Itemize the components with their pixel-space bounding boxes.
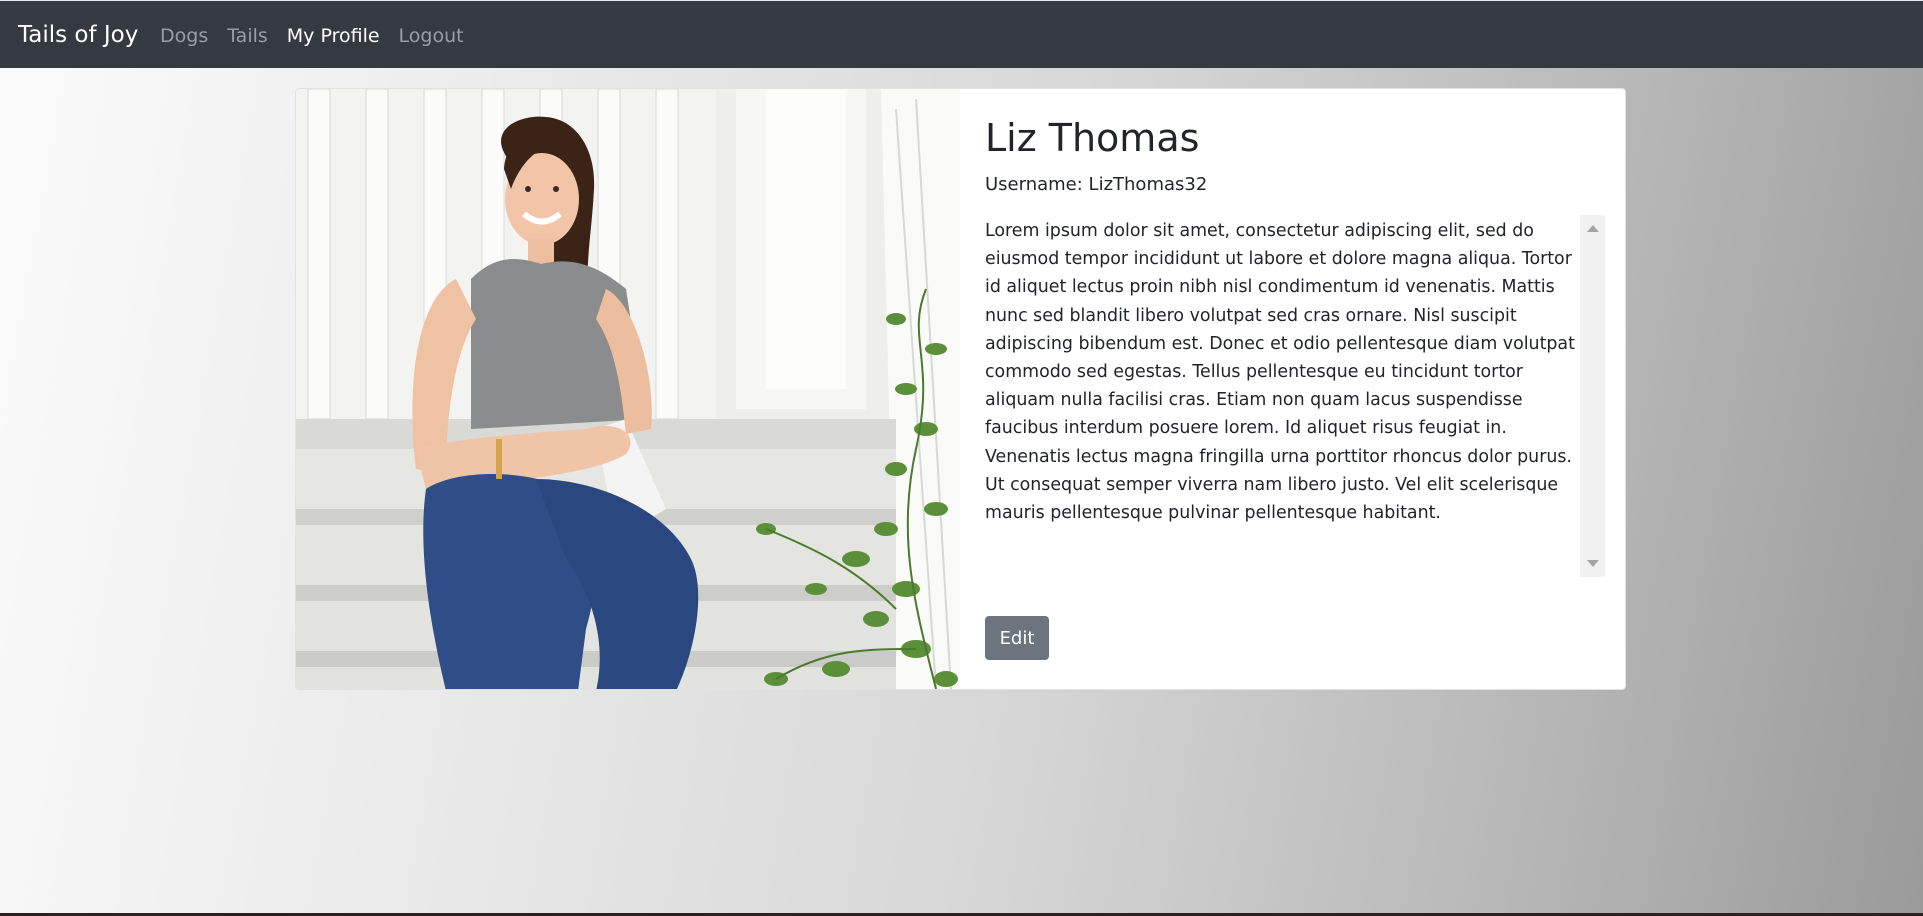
- nav-link-logout[interactable]: Logout: [399, 24, 464, 48]
- brand-link[interactable]: Tails of Joy: [18, 21, 138, 49]
- profile-photo-illustration: [296, 89, 960, 689]
- profile-details: Liz Thomas Username: LizThomas32 Lorem i…: [985, 89, 1605, 689]
- top-navbar: Tails of Joy Dogs Tails My Profile Logou…: [0, 0, 1923, 68]
- nav-links: Dogs Tails My Profile Logout: [160, 24, 483, 48]
- nav-link-tails[interactable]: Tails: [227, 24, 268, 48]
- bio-scrollbar[interactable]: [1580, 215, 1605, 577]
- profile-name: Liz Thomas: [985, 116, 1200, 160]
- scroll-down-arrow-icon[interactable]: [1587, 560, 1599, 567]
- username-line: Username: LizThomas32: [985, 174, 1208, 195]
- scroll-up-arrow-icon[interactable]: [1587, 225, 1599, 232]
- bio-container: Lorem ipsum dolor sit amet, consectetur …: [985, 215, 1605, 577]
- nav-link-dogs[interactable]: Dogs: [160, 24, 208, 48]
- profile-card: Liz Thomas Username: LizThomas32 Lorem i…: [295, 88, 1626, 690]
- edit-button[interactable]: Edit: [985, 616, 1049, 660]
- nav-link-my-profile[interactable]: My Profile: [287, 24, 380, 48]
- profile-photo: [296, 89, 960, 689]
- bio-text[interactable]: Lorem ipsum dolor sit amet, consectetur …: [985, 215, 1577, 577]
